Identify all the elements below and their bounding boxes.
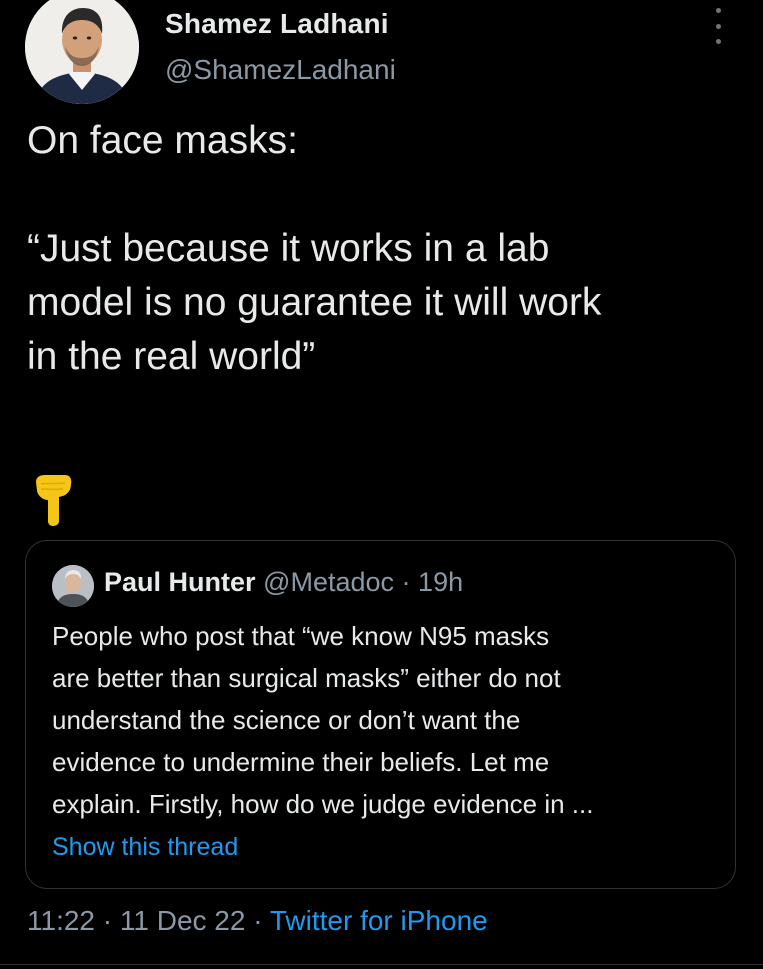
tweet-source-link[interactable]: Twitter for iPhone	[270, 905, 488, 936]
author-handle[interactable]: @ShamezLadhani	[165, 54, 396, 86]
tweet-line: in the real world”	[27, 335, 316, 378]
more-options-icon[interactable]	[706, 8, 730, 44]
separator: ·	[102, 905, 113, 936]
more-dot	[715, 39, 721, 44]
tweet-line: “Just because it works in a lab	[27, 227, 550, 270]
tweet-line: model is no guarantee it will work	[27, 281, 602, 324]
divider	[0, 964, 763, 965]
tweet-metadata: 11:22 · 11 Dec 22 · Twitter for iPhone	[27, 905, 488, 937]
show-thread-link[interactable]: Show this thread	[52, 833, 238, 862]
quoted-author-avatar[interactable]	[52, 565, 94, 607]
author-avatar[interactable]	[25, 0, 139, 104]
more-dot	[715, 23, 721, 29]
profile-photo-icon	[25, 0, 139, 104]
separator: ·	[401, 567, 411, 597]
tweet-line: On face masks:	[27, 119, 298, 162]
quoted-line: evidence to undermine their beliefs. Let…	[52, 747, 550, 777]
separator: ·	[253, 905, 263, 936]
quoted-tweet-card[interactable]: Paul Hunter @Metadoc · 19h People who po…	[25, 540, 736, 889]
author-display-name[interactable]: Shamez Ladhani	[165, 8, 389, 40]
tweet-date[interactable]: 11 Dec 22	[120, 905, 246, 936]
quoted-author-name[interactable]: Paul Hunter	[104, 567, 256, 597]
quoted-line: explain. Firstly, how do we judge eviden…	[52, 789, 594, 819]
quoted-line: understand the science or don’t want the	[52, 705, 521, 735]
more-dot	[715, 8, 721, 13]
pointing-down-icon	[33, 474, 73, 526]
quoted-tweet-time[interactable]: 19h	[418, 567, 463, 597]
tweet-time[interactable]: 11:22	[27, 905, 95, 936]
quoted-tweet-text: People who post that “we know N95 masks …	[52, 615, 722, 825]
profile-photo-icon	[52, 565, 94, 607]
quoted-line: are better than surgical masks” either d…	[52, 663, 561, 693]
quoted-author-handle[interactable]: @Metadoc	[263, 567, 394, 597]
quoted-tweet-header: Paul Hunter @Metadoc · 19h	[104, 567, 463, 598]
tweet-text: On face masks: “Just because it works in…	[27, 114, 747, 384]
quoted-line: People who post that “we know N95 masks	[52, 621, 550, 651]
